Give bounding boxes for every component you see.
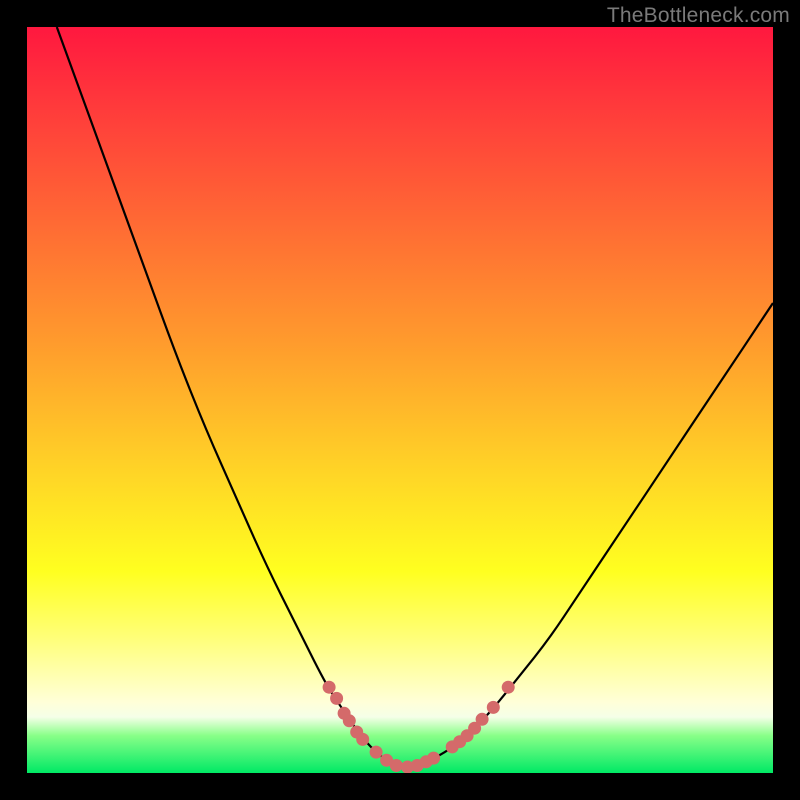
curve-marker	[323, 681, 336, 694]
curve-marker	[343, 714, 356, 727]
curve-line	[57, 27, 773, 767]
curve-marker	[476, 713, 489, 726]
curve-marker	[390, 759, 403, 772]
watermark-text: TheBottleneck.com	[607, 4, 790, 28]
curve-marker	[356, 733, 369, 746]
bottleneck-curve	[27, 27, 773, 773]
curve-marker	[370, 746, 383, 759]
curve-marker	[487, 701, 500, 714]
curve-marker	[502, 681, 515, 694]
curve-marker	[427, 752, 440, 765]
plot-area	[27, 27, 773, 773]
curve-marker	[330, 692, 343, 705]
chart-frame: TheBottleneck.com	[0, 0, 800, 800]
curve-markers	[323, 681, 515, 773]
